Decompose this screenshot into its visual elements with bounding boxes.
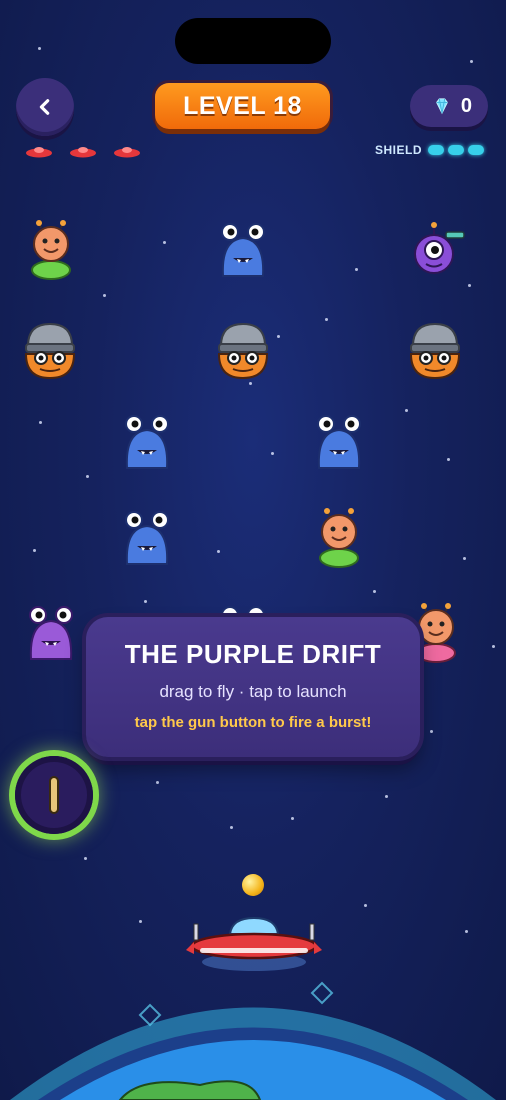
- tutorial-subtitle: drag to fly · tap to launch: [159, 682, 347, 701]
- life-ufo-icon: [114, 147, 140, 158]
- shield-label: SHIELD: [375, 143, 423, 157]
- gem-count: 0: [460, 94, 472, 117]
- device-notch: [175, 18, 331, 64]
- tutorial-title: THE PURPLE DRIFT: [124, 639, 382, 669]
- gun-button[interactable]: [15, 756, 93, 834]
- orange-helmet-enemy: [409, 322, 461, 380]
- orange-alien-enemy: [31, 220, 71, 280]
- purple-eyestalk-enemy: [29, 606, 73, 660]
- gun-icon: [49, 776, 59, 814]
- shield-segment: [468, 145, 484, 155]
- diamond-icon: [435, 98, 448, 115]
- ball-icon: [242, 874, 264, 896]
- shield-segment: [448, 145, 464, 155]
- back-button[interactable]: [16, 78, 74, 136]
- purple-cyclops-enemy: [414, 222, 465, 274]
- orange-helmet-enemy: [24, 322, 76, 380]
- blue-eyestalk-enemy: [221, 223, 265, 277]
- life-ufo-icon: [70, 147, 96, 158]
- gem-counter: 0: [410, 85, 488, 127]
- life-ufo-icon: [26, 147, 52, 158]
- blue-eyestalk-enemy: [125, 415, 169, 469]
- chevron-left-icon: [39, 99, 50, 115]
- shield-segment: [428, 145, 444, 155]
- tutorial-hint: tap the gun button to fire a burst!: [134, 714, 372, 731]
- blue-eyestalk-enemy: [125, 511, 169, 565]
- tutorial-panel: THE PURPLE DRIFT drag to fly · tap to la…: [86, 617, 420, 757]
- level-badge: LEVEL 18: [155, 83, 330, 129]
- orange-alien-enemy: [319, 508, 359, 568]
- planet-icon: [10, 981, 496, 1100]
- blue-eyestalk-enemy: [317, 415, 361, 469]
- orange-helmet-enemy: [217, 322, 269, 380]
